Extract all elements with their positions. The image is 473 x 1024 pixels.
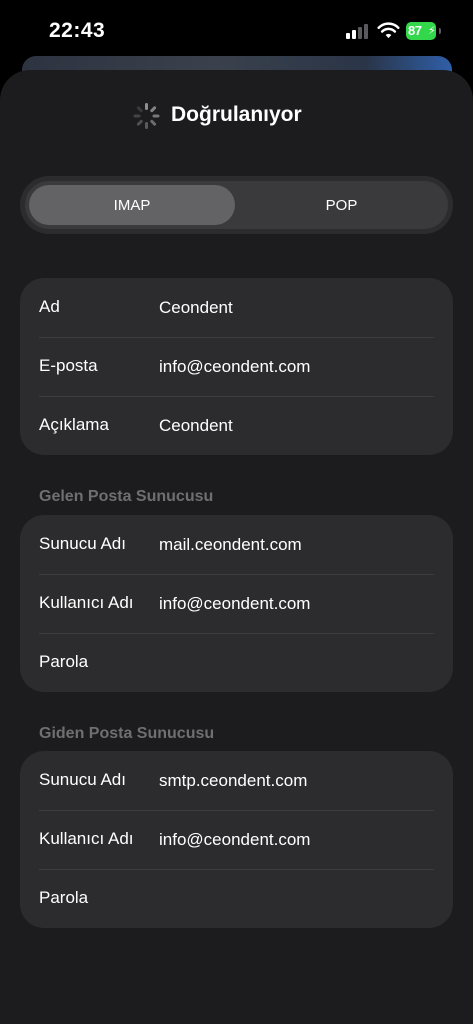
incoming-hostname-label: Sunucu Adı <box>39 534 126 553</box>
battery-icon: 87 ⚡ <box>406 22 441 40</box>
email-value[interactable]: info@ceondent.com <box>159 357 310 377</box>
outgoing-server-header: Giden Posta Sunucusu <box>39 725 215 742</box>
incoming-username-value[interactable]: info@ceondent.com <box>159 594 310 614</box>
screen: 22:43 87 ⚡ Doğrulanıyor IMAP POP Ad Ceon… <box>0 0 473 1024</box>
battery-level: 87 <box>408 23 422 38</box>
name-label: Ad <box>39 297 60 316</box>
wifi-icon <box>377 22 400 39</box>
outgoing-username-label: Kullanıcı Adı <box>39 829 134 848</box>
description-label: Açıklama <box>39 415 109 434</box>
incoming-username-row[interactable]: Kullanıcı Adı info@ceondent.com <box>20 574 453 633</box>
outgoing-password-row[interactable]: Parola <box>20 869 453 928</box>
segment-imap[interactable]: IMAP <box>29 185 235 225</box>
account-info-group: Ad Ceondent E-posta info@ceondent.com Aç… <box>20 278 453 455</box>
outgoing-hostname-value[interactable]: smtp.ceondent.com <box>159 771 307 791</box>
status-time: 22:43 <box>49 19 106 42</box>
outgoing-password-label: Parola <box>39 888 89 907</box>
segment-pop[interactable]: POP <box>239 185 444 225</box>
name-value[interactable]: Ceondent <box>159 298 233 318</box>
outgoing-username-value[interactable]: info@ceondent.com <box>159 830 310 850</box>
incoming-hostname-value[interactable]: mail.ceondent.com <box>159 535 302 555</box>
outgoing-hostname-label: Sunucu Adı <box>39 770 126 789</box>
incoming-hostname-row[interactable]: Sunucu Adı mail.ceondent.com <box>20 515 453 574</box>
account-sheet: Doğrulanıyor IMAP POP Ad Ceondent E-post… <box>0 70 473 1024</box>
protocol-segmented-control: IMAP POP <box>20 176 453 234</box>
incoming-password-row[interactable]: Parola <box>20 633 453 692</box>
email-label: E-posta <box>39 356 98 375</box>
incoming-password-label: Parola <box>39 652 89 671</box>
name-row[interactable]: Ad Ceondent <box>20 278 453 337</box>
outgoing-server-group: Sunucu Adı smtp.ceondent.com Kullanıcı A… <box>20 751 453 928</box>
sheet-header: Doğrulanıyor <box>0 100 473 134</box>
description-row[interactable]: Açıklama Ceondent <box>20 396 453 455</box>
outgoing-username-row[interactable]: Kullanıcı Adı info@ceondent.com <box>20 810 453 869</box>
activity-spinner-icon <box>133 103 159 129</box>
status-bar: 22:43 87 ⚡ <box>0 0 473 60</box>
incoming-server-header: Gelen Posta Sunucusu <box>39 488 214 505</box>
outgoing-hostname-row[interactable]: Sunucu Adı smtp.ceondent.com <box>20 751 453 810</box>
sheet-title: Doğrulanıyor <box>171 103 302 126</box>
incoming-server-group: Sunucu Adı mail.ceondent.com Kullanıcı A… <box>20 515 453 692</box>
email-row[interactable]: E-posta info@ceondent.com <box>20 337 453 396</box>
charging-bolt-icon: ⚡ <box>428 25 436 37</box>
incoming-username-label: Kullanıcı Adı <box>39 593 134 612</box>
cellular-signal-icon <box>346 23 372 39</box>
description-value[interactable]: Ceondent <box>159 416 233 436</box>
